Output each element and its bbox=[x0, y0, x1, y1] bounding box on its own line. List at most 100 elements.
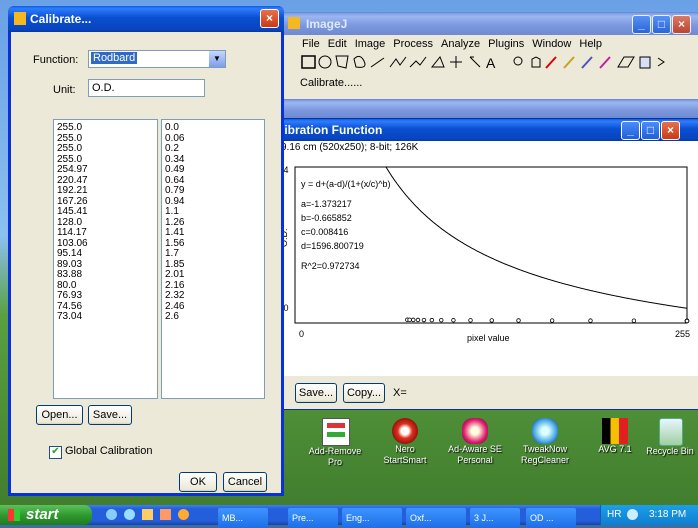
param-a: a=-1.373217 bbox=[301, 199, 352, 209]
pixel-values-textarea[interactable]: 255.0 255.0 255.0 255.0 254.97 220.47 192.21 16… bbox=[53, 119, 158, 399]
imagej-titlebar[interactable]: ImageJ _ □ × bbox=[284, 13, 698, 35]
taskbar-item[interactable]: OD ... bbox=[526, 508, 576, 528]
data-point bbox=[421, 317, 427, 323]
taskbar-item[interactable]: Eng... bbox=[342, 508, 402, 528]
network-icon[interactable] bbox=[627, 509, 638, 520]
wand-tool-icon[interactable] bbox=[469, 56, 481, 68]
menu-help[interactable]: Help bbox=[579, 38, 602, 50]
desktop-icons: Add-Remove Pro Nero StartSmart Ad-Aware … bbox=[290, 418, 698, 488]
plot-titlebar[interactable]: libration Function _ □ × bbox=[277, 119, 698, 141]
chevron-down-icon[interactable]: ▼ bbox=[209, 51, 225, 67]
taskbar-item[interactable]: Oxf... bbox=[406, 508, 466, 528]
menu-file[interactable]: File bbox=[302, 38, 320, 50]
list-item: 76.93 bbox=[57, 290, 83, 301]
nero-startsmart-icon[interactable]: Nero StartSmart bbox=[370, 418, 440, 466]
start-label: start bbox=[26, 506, 59, 523]
list-item: 0.2 bbox=[165, 143, 179, 154]
cancel-button[interactable]: Cancel bbox=[223, 472, 267, 492]
param-d: d=1596.800719 bbox=[301, 241, 364, 251]
close-button[interactable]: × bbox=[661, 121, 680, 140]
background-window-titlebar bbox=[276, 100, 698, 118]
eraser-tool-icon[interactable] bbox=[617, 56, 635, 68]
arrow-tool-icon[interactable] bbox=[599, 56, 611, 69]
menu-window[interactable]: Window bbox=[532, 38, 571, 50]
fit-equation: y = d+(a-d)/(1+(x/c)^b) bbox=[301, 179, 391, 189]
add-remove-programs-icon[interactable]: Add-Remove Pro bbox=[300, 418, 370, 468]
plot-window: libration Function _ □ × 9.16 cm (520x25… bbox=[276, 118, 698, 410]
data-point bbox=[516, 318, 521, 323]
list-item: 0.06 bbox=[165, 132, 185, 144]
tweaknow-icon[interactable]: TweakNow RegCleaner bbox=[510, 418, 580, 466]
calibrated-values-textarea[interactable]: 0.0 0.06 0.2 0.34 0.49 0.64 0.79 0.94 1.1 1.26 1.4… bbox=[161, 119, 265, 399]
taskbar-item[interactable]: MB... bbox=[218, 508, 268, 528]
ie-icon[interactable] bbox=[106, 509, 117, 520]
plot-save-button[interactable]: Save... bbox=[295, 383, 337, 403]
menu-edit[interactable]: Edit bbox=[328, 38, 347, 50]
taskbar-item[interactable]: 3 J... bbox=[470, 508, 520, 528]
plot-copy-button[interactable]: Copy... bbox=[343, 383, 385, 403]
menu-image[interactable]: Image bbox=[355, 38, 386, 50]
language-indicator[interactable]: HR bbox=[607, 509, 621, 520]
polygon-tool-icon[interactable] bbox=[335, 55, 349, 69]
start-button[interactable]: start bbox=[0, 505, 92, 525]
global-calibration-checkbox[interactable]: ✔ bbox=[49, 446, 62, 459]
plot-button-bar: Save... Copy... X= bbox=[277, 376, 698, 409]
line-tool-icon[interactable] bbox=[370, 57, 385, 68]
plot-title: libration Function bbox=[281, 123, 383, 137]
rectangle-tool-icon[interactable] bbox=[301, 55, 316, 69]
maximize-button[interactable]: □ bbox=[641, 121, 660, 140]
close-button[interactable]: × bbox=[260, 9, 279, 28]
menu-analyze[interactable]: Analyze bbox=[441, 38, 480, 50]
media-icon[interactable] bbox=[142, 509, 153, 520]
ok-button[interactable]: OK bbox=[179, 472, 217, 492]
text-tool-icon[interactable]: A bbox=[486, 55, 496, 71]
calibrate-titlebar[interactable]: Calibrate... × bbox=[8, 6, 284, 32]
taskbar: start MB... Pre... Eng... Oxf... 3 J... … bbox=[0, 505, 698, 528]
desktop-icon-label: Ad-Aware SE Personal bbox=[448, 444, 502, 465]
list-item: 145.41 bbox=[57, 206, 88, 217]
pencil-tool-icon[interactable] bbox=[563, 56, 575, 69]
maximize-button[interactable]: □ bbox=[652, 15, 671, 34]
more-tools-icon[interactable] bbox=[657, 57, 665, 67]
list-item: 0.79 bbox=[165, 185, 185, 196]
desktop-show-icon[interactable] bbox=[160, 509, 171, 520]
close-button[interactable]: × bbox=[672, 15, 691, 34]
data-point bbox=[451, 318, 456, 323]
menu-plugins[interactable]: Plugins bbox=[488, 38, 524, 50]
x-tick-max: 255 bbox=[675, 329, 690, 339]
desktop-icon-label: TweakNow RegCleaner bbox=[520, 444, 570, 465]
calibrate-body: Function: Rodbard ▼ Unit: O.D. 255.0 255.… bbox=[11, 32, 281, 493]
list-item: 1.1 bbox=[165, 206, 179, 217]
brush-tool-icon[interactable] bbox=[581, 56, 593, 69]
data-point bbox=[439, 317, 444, 323]
freehand-tool-icon[interactable] bbox=[353, 55, 366, 68]
winamp-icon[interactable] bbox=[178, 509, 189, 520]
magnifier-tool-icon[interactable] bbox=[513, 56, 523, 66]
recycle-bin-icon[interactable]: Recycle Bin bbox=[635, 418, 698, 457]
oval-tool-icon[interactable] bbox=[318, 55, 332, 69]
x-readout: X= bbox=[393, 387, 407, 399]
freehand-line-tool-icon[interactable] bbox=[409, 56, 427, 68]
calibrate-title: Calibrate... bbox=[30, 12, 92, 26]
unit-input[interactable]: O.D. bbox=[88, 79, 205, 97]
angle-tool-icon[interactable] bbox=[430, 56, 445, 68]
adaware-icon[interactable]: Ad-Aware SE Personal bbox=[440, 418, 510, 466]
save-button[interactable]: Save... bbox=[88, 405, 132, 425]
point-tool-icon[interactable] bbox=[450, 56, 462, 68]
hand-tool-icon[interactable] bbox=[531, 56, 541, 68]
lut-tool-icon[interactable] bbox=[639, 56, 651, 69]
outlook-icon[interactable] bbox=[124, 509, 135, 520]
calibration-plot: y = d+(a-d)/(1+(x/c)^b) a=-1.373217 b=-0.6… bbox=[279, 165, 690, 343]
segmented-line-tool-icon[interactable] bbox=[389, 56, 407, 68]
function-select[interactable]: Rodbard ▼ bbox=[88, 50, 226, 68]
minimize-button[interactable]: _ bbox=[621, 121, 640, 140]
imagej-logo-icon bbox=[288, 17, 300, 29]
minimize-button[interactable]: _ bbox=[632, 15, 651, 34]
quick-launch bbox=[100, 509, 210, 523]
open-button[interactable]: Open... bbox=[36, 405, 83, 425]
imagej-status-bar: Calibrate...... bbox=[300, 77, 363, 89]
menu-process[interactable]: Process bbox=[393, 38, 433, 50]
taskbar-item[interactable]: Pre... bbox=[288, 508, 338, 528]
data-point bbox=[468, 318, 473, 323]
dropper-tool-icon[interactable] bbox=[545, 56, 557, 69]
